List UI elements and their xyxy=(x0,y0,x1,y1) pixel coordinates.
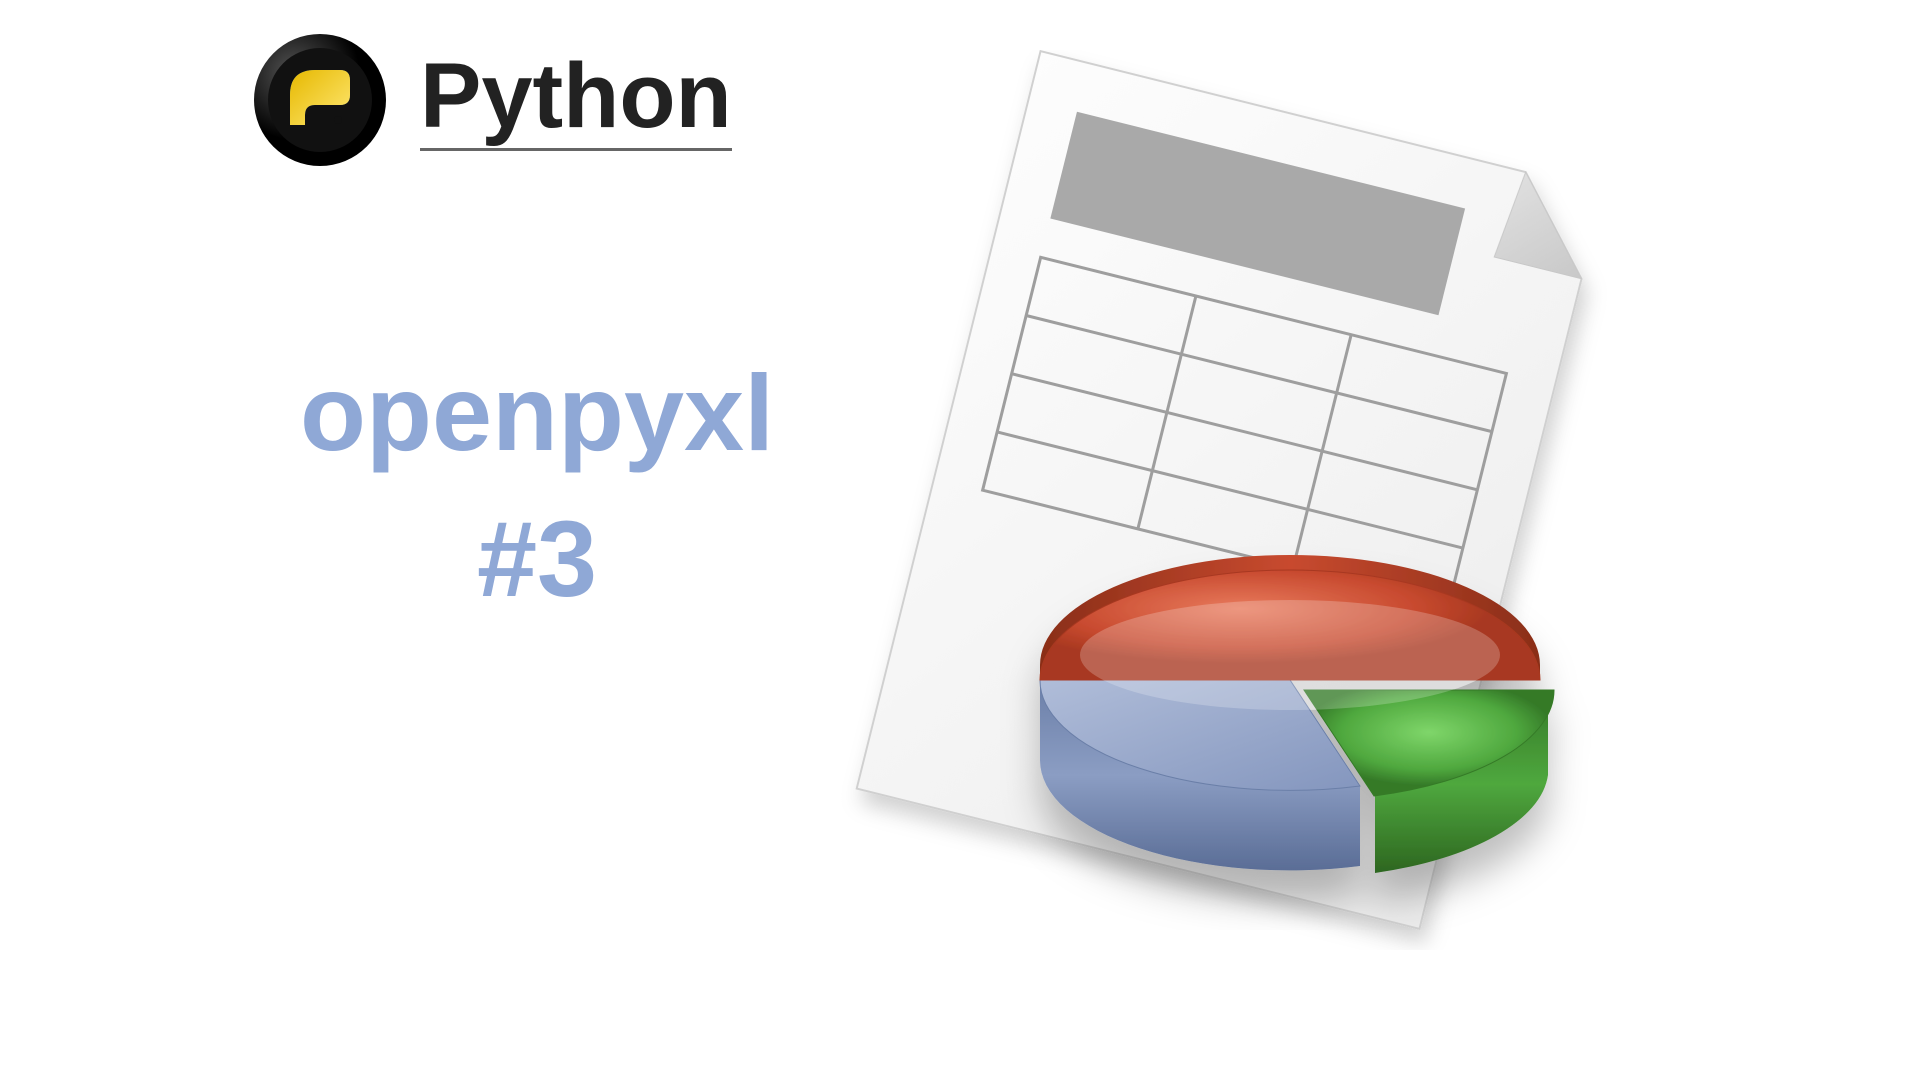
spreadsheet-illustration xyxy=(820,50,1640,950)
pie-chart-icon xyxy=(980,510,1600,930)
subtitle-line-1: openpyxl xyxy=(300,340,774,486)
header: Python xyxy=(250,30,732,170)
python-logo-icon xyxy=(250,30,390,170)
page-title: Python xyxy=(420,50,732,151)
subtitle-block: openpyxl #3 xyxy=(300,340,774,632)
subtitle-line-2: #3 xyxy=(300,486,774,632)
